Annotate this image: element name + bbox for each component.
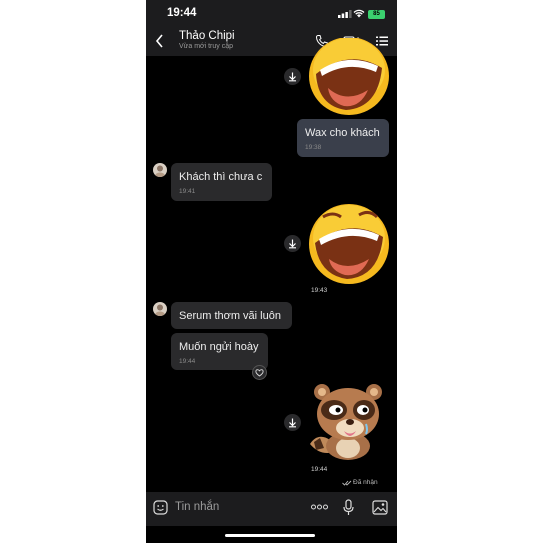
phone-screen: 19:44 85 Thảo Chipi Vừa mới truy cập Wax… xyxy=(146,0,397,543)
double-check-icon xyxy=(342,480,352,486)
message-time: 19:38 xyxy=(305,144,322,151)
home-indicator xyxy=(225,534,315,537)
sticker-time: 19:43 xyxy=(311,287,328,294)
status-time: 19:44 xyxy=(167,7,197,19)
message-time: 19:41 xyxy=(179,188,196,195)
download-button[interactable] xyxy=(284,414,301,431)
more-options-icon[interactable] xyxy=(311,504,328,510)
message-input[interactable]: Tin nhắn xyxy=(175,501,219,513)
message-text: Wax cho khách xyxy=(305,127,380,139)
message-bubble-incoming[interactable]: Khách thì chưa c 19:41 xyxy=(171,163,272,201)
react-button[interactable] xyxy=(252,365,267,380)
download-icon xyxy=(289,239,296,249)
sticker-emoji-icon[interactable] xyxy=(153,500,168,515)
message-bubble-outgoing[interactable]: Wax cho khách 19:38 xyxy=(297,119,389,157)
message-text: Serum thơm vãi luôn xyxy=(179,310,281,322)
laughing-sticker xyxy=(309,204,389,284)
image-gallery-icon[interactable] xyxy=(372,500,388,515)
battery-icon: 85 xyxy=(368,10,385,19)
back-arrow-icon[interactable] xyxy=(154,33,166,49)
sticker-time: 19:44 xyxy=(311,466,328,473)
signal-icon xyxy=(338,10,352,18)
contact-name[interactable]: Thảo Chipi xyxy=(179,30,235,42)
delivered-status: Đã nhận xyxy=(353,479,378,486)
contact-avatar[interactable] xyxy=(153,302,167,316)
heart-icon xyxy=(255,369,264,377)
contact-status: Vừa mới truy cập xyxy=(179,43,234,50)
message-text: Khách thì chưa c xyxy=(179,171,263,183)
wifi-icon xyxy=(353,9,365,18)
message-bubble-incoming[interactable]: Serum thơm vãi luôn xyxy=(171,302,292,329)
message-bubble-incoming[interactable]: Muốn ngửi hoày 19:44 xyxy=(171,333,268,370)
microphone-icon[interactable] xyxy=(343,499,354,516)
download-button[interactable] xyxy=(284,235,301,252)
contact-avatar[interactable] xyxy=(153,163,167,177)
message-text: Muốn ngửi hoày xyxy=(179,341,259,353)
download-button[interactable] xyxy=(284,68,301,85)
raccoon-sticker xyxy=(310,384,382,460)
status-bar: 19:44 85 xyxy=(146,0,397,28)
laughing-sticker xyxy=(309,38,389,115)
message-input-bar: Tin nhắn xyxy=(146,492,397,526)
download-icon xyxy=(289,72,296,82)
message-time: 19:44 xyxy=(179,358,196,365)
download-icon xyxy=(289,418,296,428)
